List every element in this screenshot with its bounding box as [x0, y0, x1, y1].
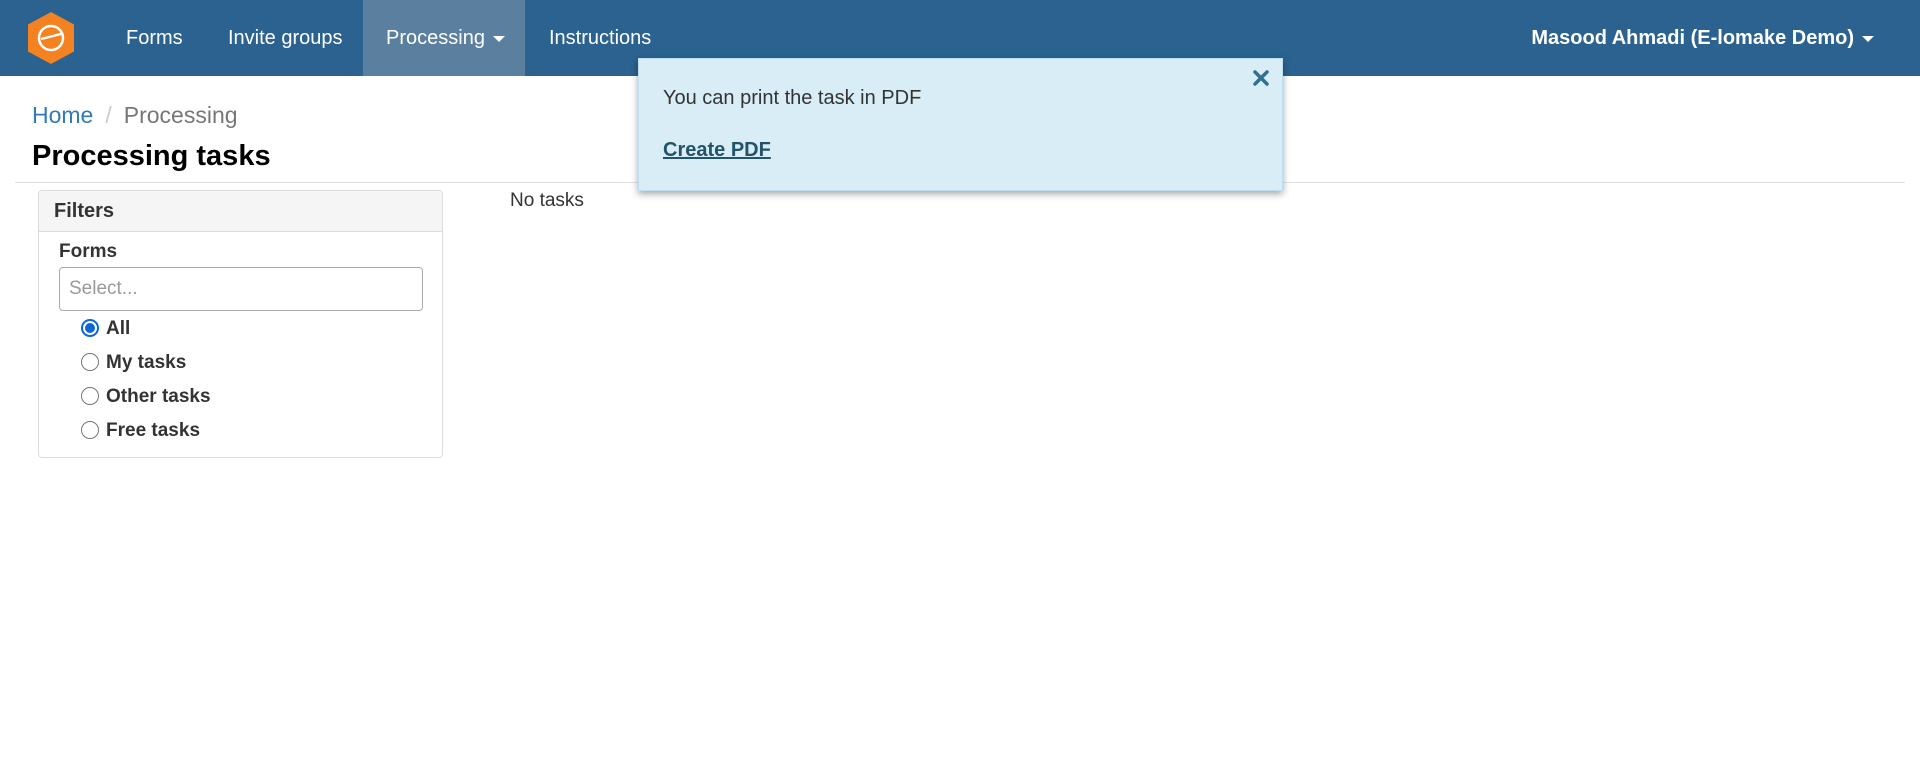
breadcrumb-home-link[interactable]: Home [32, 102, 93, 128]
filter-option-all[interactable]: All [81, 316, 130, 342]
close-icon[interactable] [1252, 69, 1270, 87]
chevron-down-icon [1862, 35, 1874, 42]
nav-instructions-label: Instructions [549, 27, 652, 49]
filters-heading: Filters [39, 191, 442, 232]
nav-invite-groups[interactable]: Invite groups [228, 0, 343, 76]
filters-panel: Filters Forms All My tasks Other tasks F… [38, 190, 443, 458]
nav-forms-label: Forms [126, 27, 183, 49]
nav-processing-label: Processing [386, 27, 485, 49]
app-logo-icon[interactable] [25, 11, 77, 65]
user-menu[interactable]: Masood Ahmadi (E-lomake Demo) [1531, 0, 1874, 76]
page-title: Processing tasks [32, 140, 271, 172]
no-tasks-message: No tasks [510, 190, 584, 211]
breadcrumb-current: Processing [123, 102, 238, 128]
breadcrumb: Home / Processing [32, 102, 238, 129]
forms-label: Forms [59, 241, 118, 262]
radio-free-tasks[interactable] [81, 421, 99, 439]
radio-my-tasks[interactable] [81, 353, 99, 371]
breadcrumb-separator: / [105, 102, 112, 128]
filter-option-free-tasks[interactable]: Free tasks [81, 418, 200, 444]
user-menu-label: Masood Ahmadi (E-lomake Demo) [1531, 27, 1854, 49]
nav-processing[interactable]: Processing [363, 0, 525, 76]
forms-select-input[interactable] [59, 267, 423, 311]
radio-all-label: All [106, 318, 131, 339]
create-pdf-link[interactable]: Create PDF [663, 139, 771, 162]
nav-invite-groups-label: Invite groups [228, 27, 343, 49]
radio-my-tasks-label: My tasks [106, 352, 187, 373]
radio-free-tasks-label: Free tasks [106, 420, 201, 441]
radio-other-tasks[interactable] [81, 387, 99, 405]
filter-option-my-tasks[interactable]: My tasks [81, 350, 186, 376]
nav-instructions[interactable]: Instructions [549, 0, 651, 76]
pdf-info-popover: You can print the task in PDF Create PDF [638, 58, 1283, 191]
chevron-down-icon [492, 35, 505, 42]
filter-option-other-tasks[interactable]: Other tasks [81, 384, 211, 410]
popover-message: You can print the task in PDF [663, 87, 922, 109]
radio-all[interactable] [81, 319, 99, 337]
nav-forms[interactable]: Forms [126, 0, 183, 76]
radio-other-tasks-label: Other tasks [106, 386, 211, 407]
